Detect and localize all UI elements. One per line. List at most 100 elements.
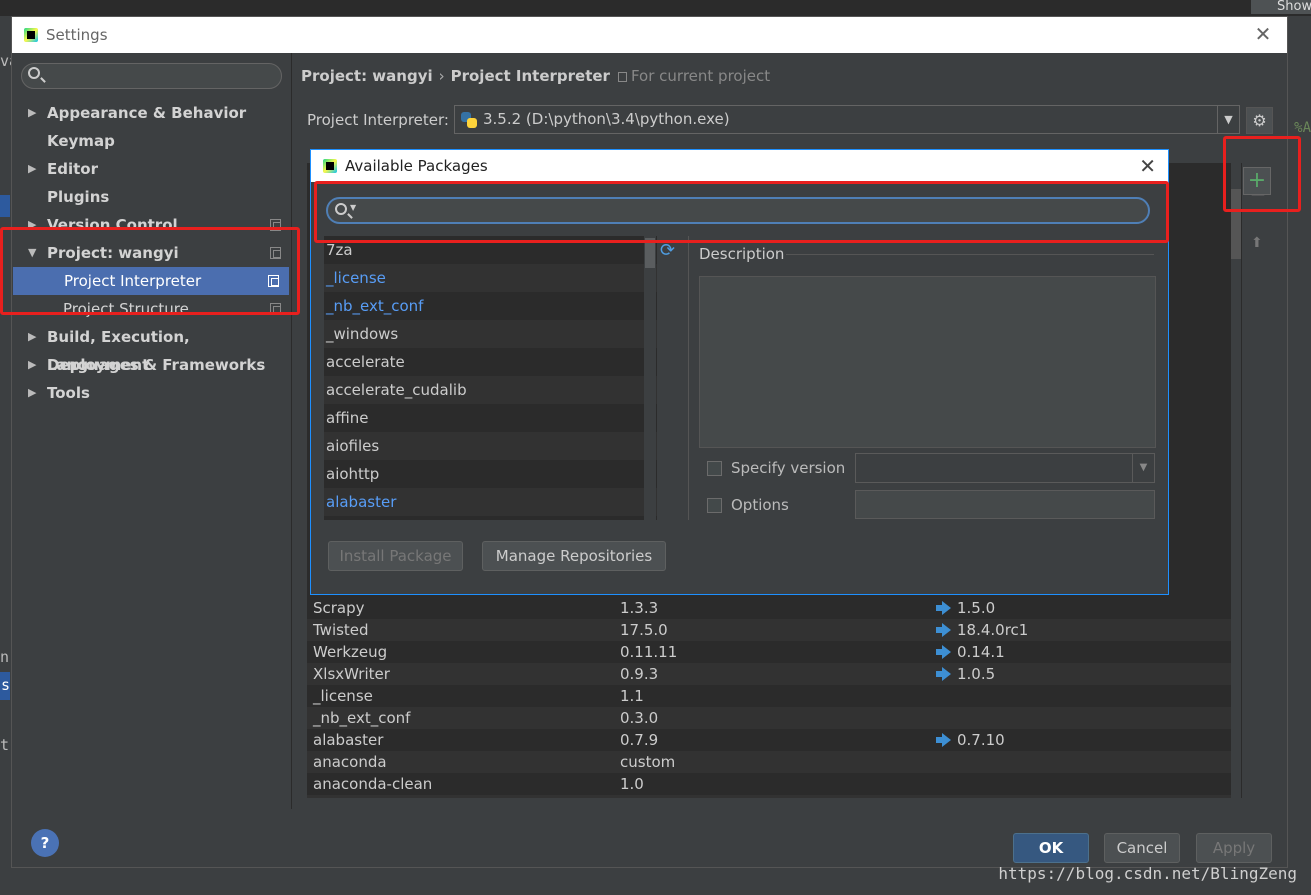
table-row[interactable]: Twisted 17.5.0 18.4.0rc1 — [307, 619, 1231, 641]
package-name: Scrapy — [313, 599, 365, 617]
close-icon[interactable]: ✕ — [1139, 150, 1156, 182]
sidebar-item-editor[interactable]: ▶ Editor — [12, 155, 291, 183]
package-latest-value: 1.0.5 — [957, 665, 996, 683]
list-item[interactable]: _nb_ext_conf — [324, 292, 657, 320]
package-name: alabaster — [313, 731, 384, 749]
package-version: 1.0 — [620, 775, 644, 793]
dialog-title: Available Packages — [345, 157, 488, 175]
list-item[interactable]: accelerate_cudalib — [324, 376, 657, 404]
manage-repositories-button[interactable]: Manage Repositories — [482, 541, 666, 571]
table-row[interactable]: _nb_ext_conf 0.3.0 — [307, 707, 1231, 729]
list-item[interactable]: alabaster — [324, 488, 657, 516]
settings-search-input[interactable] — [21, 63, 282, 89]
package-version: 1.1 — [620, 687, 644, 705]
list-item[interactable]: aiohttp — [324, 460, 657, 488]
description-panel — [699, 276, 1156, 448]
list-item[interactable]: accelerate — [324, 348, 657, 376]
sidebar-item-tools[interactable]: ▶ Tools — [12, 379, 291, 407]
show-button[interactable]: Show — [1251, 0, 1311, 14]
chevron-right-icon[interactable]: ▶ — [28, 379, 36, 407]
table-row[interactable]: anaconda-clean 1.0.0 — [307, 795, 1231, 798]
dialog-titlebar: Available Packages ✕ — [311, 150, 1168, 182]
chevron-right-icon[interactable]: ▶ — [28, 99, 36, 127]
list-item[interactable]: affine — [324, 404, 657, 432]
upgrade-arrow-icon — [936, 667, 951, 681]
package-latest: 0.14.1 — [927, 641, 1005, 663]
apply-button[interactable]: Apply — [1196, 833, 1272, 863]
sidebar-item-keymap[interactable]: Keymap — [12, 127, 291, 155]
interpreter-value: 3.5.2 (D:\python\3.4\python.exe) — [483, 110, 730, 128]
package-version: 0.9.3 — [620, 665, 659, 683]
upgrade-arrow-icon — [936, 623, 951, 637]
options-checkbox[interactable] — [707, 498, 722, 513]
interpreter-label: Project Interpreter: — [307, 111, 449, 129]
sidebar-item-label: Plugins — [47, 188, 110, 206]
description-label: Description — [699, 245, 785, 263]
breadcrumb-page: Project Interpreter — [450, 67, 610, 85]
chevron-right-icon[interactable]: ▶ — [28, 155, 36, 183]
settings-titlebar: Settings ✕ — [12, 17, 1287, 53]
chevron-down-icon[interactable]: ▼ — [1132, 454, 1154, 482]
package-latest: 18.4.0rc1 — [927, 619, 1028, 641]
list-item[interactable]: _license — [324, 264, 657, 292]
pycharm-logo-icon — [24, 28, 38, 42]
list-item[interactable]: _windows — [324, 320, 657, 348]
table-row[interactable]: Scrapy 1.3.3 1.5.0 — [307, 597, 1231, 619]
options-label: Options — [731, 496, 789, 514]
sidebar-item-label: Appearance & Behavior — [47, 104, 247, 122]
specify-version-checkbox[interactable] — [707, 461, 722, 476]
sidebar-item-build-execution-deployment[interactable]: ▶ Build, Execution, Deployment — [12, 323, 291, 374]
package-version: custom — [620, 753, 676, 771]
table-row[interactable]: XlsxWriter 0.9.3 1.0.5 — [307, 663, 1231, 685]
table-row[interactable]: alabaster 0.7.9 0.7.10 — [307, 729, 1231, 751]
copy-icon — [617, 72, 627, 82]
help-button[interactable]: ? — [31, 829, 59, 857]
gear-icon[interactable]: ⚙ — [1246, 107, 1273, 134]
sidebar-item-label: Languages & Frameworks — [47, 356, 266, 374]
package-name: Twisted — [313, 621, 369, 639]
highlight-box — [314, 181, 1169, 243]
breadcrumb-project: Project: wangyi — [301, 67, 433, 85]
table-row[interactable]: anaconda custom — [307, 751, 1231, 773]
interpreter-select[interactable]: 3.5.2 (D:\python\3.4\python.exe) ▼ — [454, 105, 1240, 134]
close-icon[interactable]: ✕ — [1251, 23, 1275, 47]
sidebar-item-plugins[interactable]: Plugins — [12, 183, 291, 211]
editor-text-fragment: %A — [1294, 120, 1311, 136]
list-item[interactable]: aiofiles — [324, 432, 657, 460]
chevron-right-icon[interactable]: ▶ — [28, 323, 36, 351]
package-name: anaconda-clean — [313, 795, 432, 798]
refresh-icon[interactable]: ⟳ — [660, 240, 675, 261]
upgrade-icon[interactable]: ⬆ — [1251, 235, 1263, 251]
sidebar-item-label: Keymap — [47, 132, 115, 150]
ide-top-strip — [0, 0, 1311, 16]
sidebar-item-label: Editor — [47, 160, 98, 178]
package-name: _license — [313, 687, 373, 705]
sidebar-item-appearance-behavior[interactable]: ▶ Appearance & Behavior — [12, 99, 291, 127]
package-version: 0.7.9 — [620, 731, 659, 749]
package-latest-value: 0.7.10 — [957, 731, 1005, 749]
upgrade-arrow-icon — [936, 601, 951, 615]
search-icon — [28, 67, 40, 79]
package-latest: 0.7.10 — [927, 729, 1005, 751]
list-scrollbar[interactable] — [644, 236, 656, 520]
options-field[interactable] — [855, 490, 1155, 519]
specify-version-label: Specify version — [731, 459, 846, 477]
table-row[interactable]: anaconda-clean 1.0 — [307, 773, 1231, 795]
package-latest: 1.0.5 — [927, 663, 995, 685]
version-select[interactable]: ▼ — [855, 453, 1155, 483]
cancel-button[interactable]: Cancel — [1104, 833, 1180, 863]
window-title: Settings — [46, 26, 108, 44]
chevron-down-icon[interactable]: ▼ — [1217, 106, 1239, 133]
install-package-button[interactable]: Install Package — [328, 541, 463, 571]
breadcrumb-separator: › — [438, 67, 445, 85]
breadcrumb: Project: wangyi › Project Interpreter For c… — [301, 67, 770, 85]
table-row[interactable]: Werkzeug 0.11.11 0.14.1 — [307, 641, 1231, 663]
description-rule — [786, 254, 1154, 255]
table-row[interactable]: _license 1.1 — [307, 685, 1231, 707]
editor-text-fragment: s — [1, 676, 11, 694]
package-name: anaconda-clean — [313, 775, 433, 793]
chevron-right-icon[interactable]: ▶ — [28, 351, 36, 379]
ok-button[interactable]: OK — [1013, 833, 1089, 863]
available-packages-list[interactable]: 7za _license _nb_ext_conf _windows accelerat… — [324, 236, 657, 520]
sidebar-item-languages-frameworks[interactable]: ▶ Languages & Frameworks — [12, 351, 291, 379]
